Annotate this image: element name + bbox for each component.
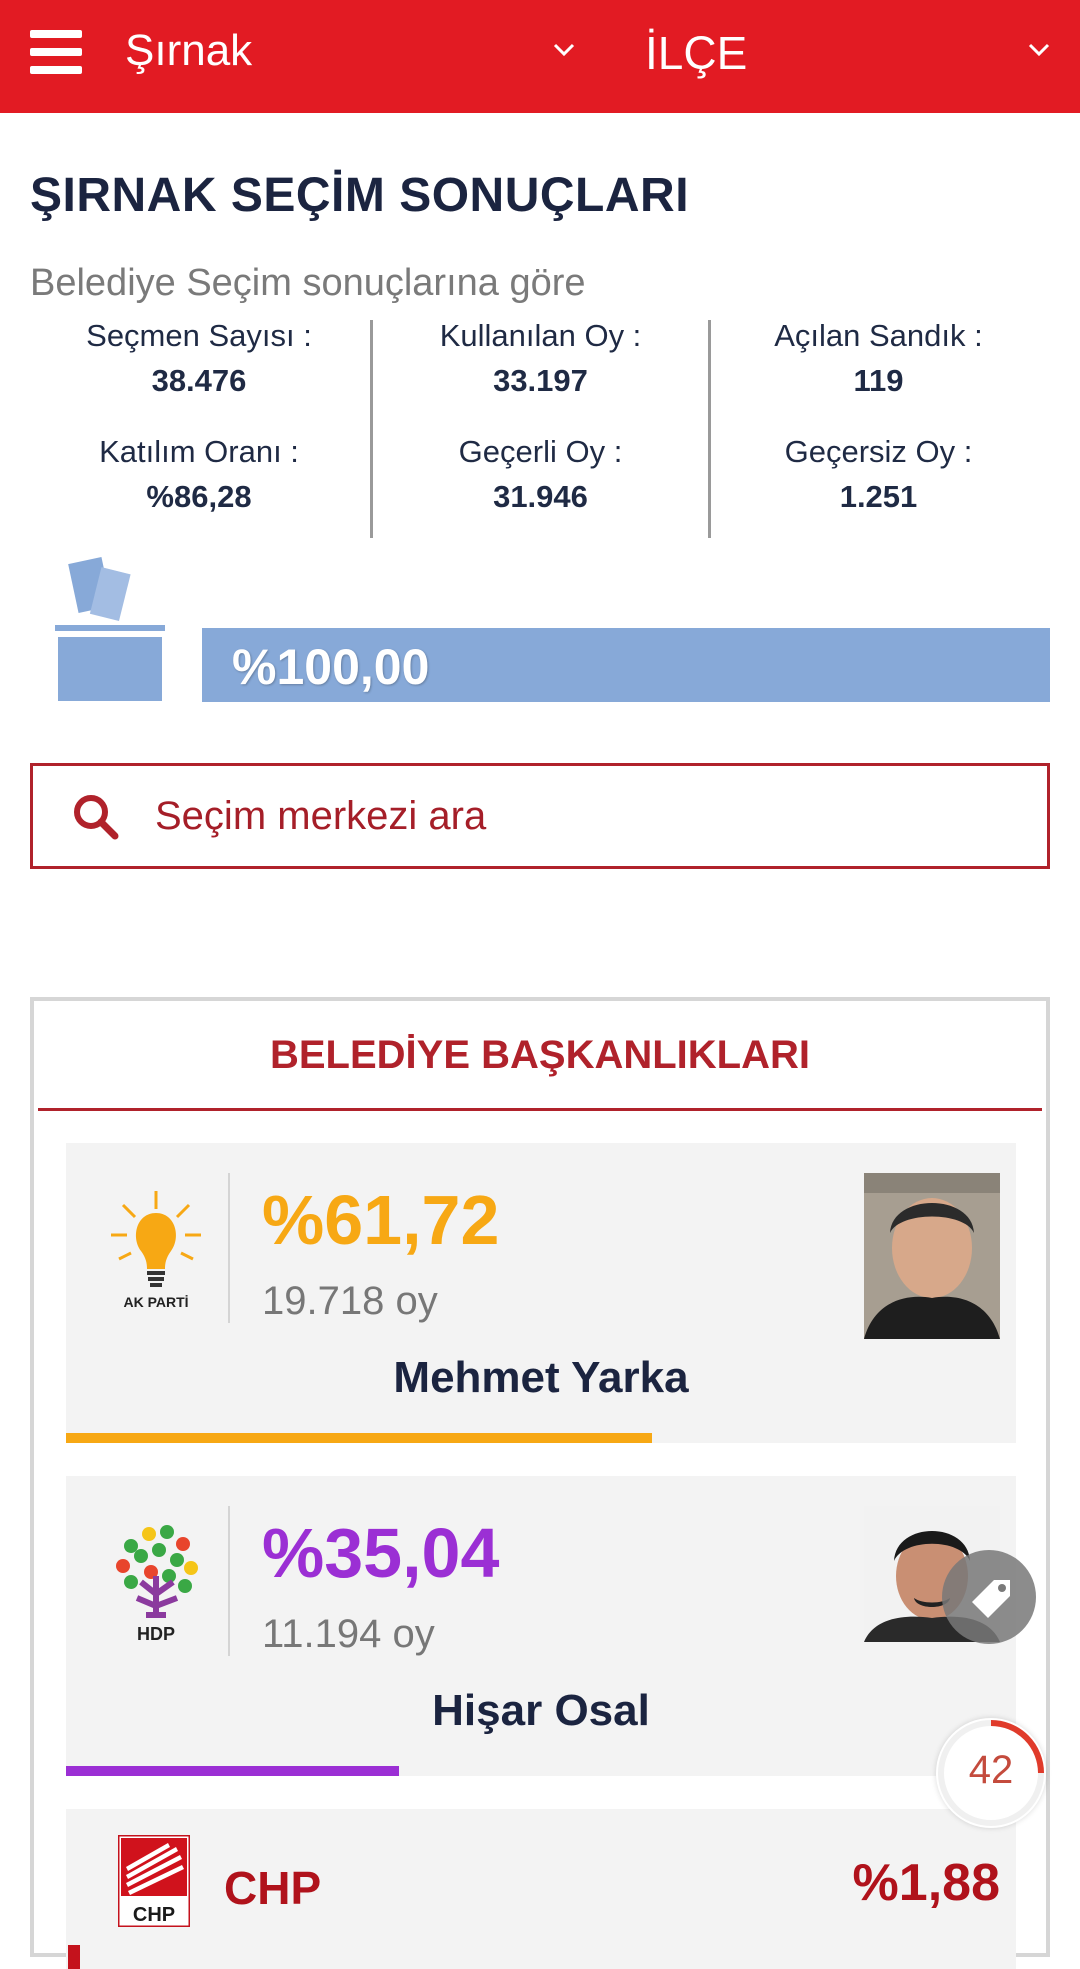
stat-value: 38.476 <box>151 363 247 398</box>
ak-parti-logo-icon: AK PARTİ <box>111 1191 201 1310</box>
stat-label: Geçersiz Oy : <box>784 434 973 469</box>
stat-label: Katılım Oranı : <box>99 434 299 469</box>
stat-value: 31.946 <box>493 479 588 514</box>
page-subtitle: Belediye Seçim sonuçlarına göre <box>30 262 586 304</box>
search-icon[interactable] <box>71 792 121 842</box>
ballot-box-icon <box>55 557 165 701</box>
vote-share-fill <box>66 1433 653 1443</box>
vote-share-marker <box>68 1945 80 1969</box>
district-select[interactable]: İLÇE <box>645 26 747 80</box>
candidate-name: Mehmet Yarka <box>393 1353 689 1402</box>
results-title: BELEDİYE BAŞKANLIKLARI <box>269 1033 811 1077</box>
vote-share-bar <box>66 1766 1016 1776</box>
floating-action-button[interactable] <box>942 1550 1036 1644</box>
svg-text:CHP: CHP <box>133 1904 175 1926</box>
candidate-percent: %35,04 <box>262 1514 500 1592</box>
menu-icon[interactable] <box>30 30 82 74</box>
candidate-votes: 11.194 oy <box>262 1612 435 1656</box>
chevron-down-icon[interactable] <box>1025 36 1053 64</box>
counted-progress-bar: %100,00 <box>202 628 1050 702</box>
stat-value: 1.251 <box>839 479 918 514</box>
chp-logo-icon: CHP <box>118 1835 190 1927</box>
candidate-card[interactable]: HDP %35,04 11.194 oy Hişar Osal <box>66 1476 1016 1776</box>
divider <box>38 1108 1042 1111</box>
candidate-photo <box>864 1173 1000 1339</box>
top-bar: Şırnak İLÇE <box>0 0 1080 113</box>
party-percent: %1,88 <box>852 1854 1000 1912</box>
stats-column: Seçmen Sayısı : 38.476 Katılım Oranı : %… <box>30 320 368 538</box>
page-title: ŞIRNAK SEÇİM SONUÇLARI <box>30 169 690 222</box>
stat-value: 119 <box>853 363 904 398</box>
stat-label: Kullanılan Oy : <box>439 318 642 353</box>
candidate-name: Hişar Osal <box>432 1686 650 1735</box>
results-card: BELEDİYE BAŞKANLIKLARI AK PARTİ %61,72 1… <box>30 997 1050 1969</box>
progress-label: %100,00 <box>232 639 430 695</box>
svg-text:HDP: HDP <box>137 1624 175 1644</box>
chevron-down-icon[interactable] <box>550 36 578 64</box>
divider <box>228 1173 230 1323</box>
search-input[interactable] <box>153 788 1013 844</box>
party-name: CHP <box>224 1862 322 1914</box>
counter-value: 42 <box>968 1748 1014 1792</box>
stat-label: Geçerli Oy : <box>458 434 623 469</box>
stats-grid: Seçmen Sayısı : 38.476 Katılım Oranı : %… <box>30 320 1050 538</box>
stat-value: 33.197 <box>493 363 588 398</box>
search-box[interactable] <box>30 763 1050 869</box>
candidate-percent: %61,72 <box>262 1181 500 1259</box>
candidate-card[interactable]: CHP CHP %1,88 <box>66 1809 1016 1969</box>
divider <box>228 1506 230 1656</box>
stats-column: Kullanılan Oy : 33.197 Geçerli Oy : 31.9… <box>370 320 708 538</box>
candidate-votes: 19.718 oy <box>262 1279 438 1323</box>
vote-share-fill <box>66 1766 399 1776</box>
city-select[interactable]: Şırnak <box>125 26 252 76</box>
counter-badge[interactable]: 42 <box>936 1718 1046 1828</box>
svg-text:AK PARTİ: AK PARTİ <box>123 1294 188 1310</box>
hdp-logo-icon: HDP <box>116 1525 198 1644</box>
stat-value: %86,28 <box>146 479 252 514</box>
tag-icon <box>972 1580 1010 1618</box>
stats-column: Açılan Sandık : 119 Geçersiz Oy : 1.251 <box>708 320 1046 538</box>
stat-label: Seçmen Sayısı : <box>86 318 312 353</box>
stat-label: Açılan Sandık : <box>774 318 983 353</box>
candidate-card[interactable]: AK PARTİ %61,72 19.718 oy Mehmet Yarka <box>66 1143 1016 1443</box>
vote-share-bar <box>66 1433 1016 1443</box>
